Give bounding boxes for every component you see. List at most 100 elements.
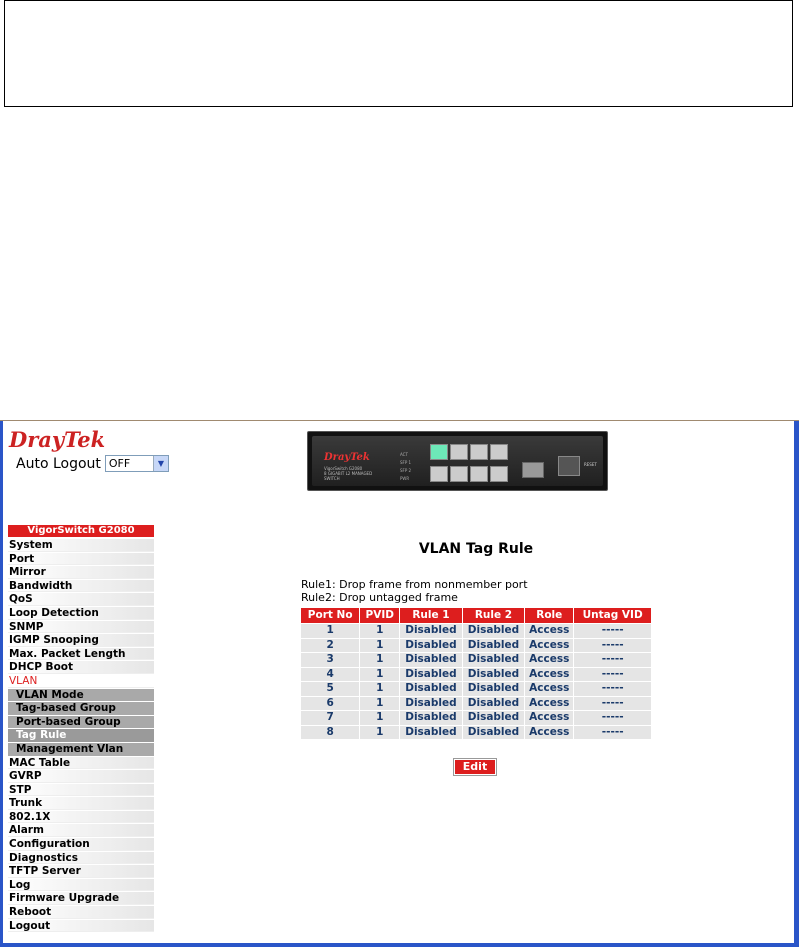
chevron-down-icon[interactable]: ▼ [152,456,168,471]
table-cell-role: Access [525,725,574,739]
table-cell-port-no: 2 [301,638,360,652]
table-cell-rule-1: Disabled [400,682,462,696]
sidebar-item-configuration[interactable]: Configuration [8,838,154,851]
device-logo: DrayTek [324,452,370,463]
table-cell-rule-1: Disabled [400,653,462,667]
table-cell-pvid: 1 [360,682,400,696]
port-icon [470,444,488,460]
edit-button[interactable]: Edit [453,758,497,776]
table-cell-role: Access [525,682,574,696]
sidebar-item-qos[interactable]: QoS [8,593,154,606]
table-cell-role: Access [525,667,574,681]
sidebar-item-igmp-snooping[interactable]: IGMP Snooping [8,634,154,647]
device-ports [430,442,510,486]
table-cell-rule-1: Disabled [400,696,462,710]
sidebar-header: VigorSwitch G2080 [8,525,154,537]
table-cell-pvid: 1 [360,638,400,652]
sidebar-item-802-1x[interactable]: 802.1X [8,810,154,824]
sidebar-item-vlan-mode[interactable]: VLAN Mode [8,688,154,702]
sidebar-item-loop-detection[interactable]: Loop Detection [8,606,154,620]
table-cell-rule-1: Disabled [400,624,462,638]
sidebar-item-bandwidth[interactable]: Bandwidth [8,579,154,593]
reset-label: RESET [584,462,597,467]
sidebar-item-vlan[interactable]: VLAN [8,674,154,688]
rule2-description: Rule2: Drop untagged frame [301,591,458,604]
sidebar-item-log[interactable]: Log [8,878,154,892]
sidebar-item-firmware-upgrade[interactable]: Firmware Upgrade [8,892,154,906]
vlan-tag-rule-table: Port No PVID Rule 1 Rule 2 Role Untag VID 11D… [300,607,652,740]
sidebar-menu: VigorSwitch G2080 System Port Mirror Bandwi… [8,525,154,933]
column-header-port-no: Port No [301,608,360,623]
table-cell-untag-vid: ----- [574,696,651,710]
auto-logout-select[interactable]: OFF ▼ [104,455,169,472]
sidebar-item-tftp-server[interactable]: TFTP Server [8,865,154,878]
sidebar-item-gvrp[interactable]: GVRP [8,770,154,783]
sidebar-item-alarm[interactable]: Alarm [8,824,154,838]
sidebar-item-tag-based-group[interactable]: Tag-based Group [8,702,154,715]
sidebar-item-port-based-group[interactable]: Port-based Group [8,715,154,729]
table-header-row: Port No PVID Rule 1 Rule 2 Role Untag VID [301,608,651,623]
auto-logout: Auto Logout OFF ▼ [16,455,169,472]
table-cell-role: Access [525,624,574,638]
port-icon [490,466,508,482]
sidebar-item-reboot[interactable]: Reboot [8,906,154,919]
table-cell-port-no: 5 [301,682,360,696]
port-icon [470,466,488,482]
table-cell-untag-vid: ----- [574,638,651,652]
window-frame-right [794,421,799,947]
column-header-rule-1: Rule 1 [400,608,462,623]
table-cell-port-no: 7 [301,711,360,725]
sidebar-item-management-vlan[interactable]: Management Vlan [8,742,154,756]
sidebar-item-trunk[interactable]: Trunk [8,797,154,810]
table-row: 2 1 Disabled Disabled Access ----- [301,638,651,652]
sidebar-item-logout[interactable]: Logout [8,919,154,933]
table-cell-pvid: 1 [360,653,400,667]
device-leds: ACT SFP 1 SFP 2 PWR [400,452,430,484]
table-cell-pvid: 1 [360,667,400,681]
table-cell-rule-2: Disabled [462,624,525,638]
table-cell-port-no: 6 [301,696,360,710]
browser-window: DrayTek Auto Logout OFF ▼ DrayTek VigorS… [0,420,799,947]
table-row: 8 1 Disabled Disabled Access ----- [301,725,651,739]
port-icon [450,466,468,482]
sidebar-item-diagnostics[interactable]: Diagnostics [8,851,154,865]
device-subtitle-text: 8 GIGABIT L2 MANAGED SWITCH [324,471,373,481]
port-icon [430,444,448,460]
column-header-rule-2: Rule 2 [462,608,525,623]
sfp-slot-icon [558,456,580,476]
table-row: 7 1 Disabled Disabled Access ----- [301,711,651,725]
sidebar-item-mac-table[interactable]: MAC Table [8,756,154,770]
sidebar-item-snmp[interactable]: SNMP [8,620,154,634]
table-cell-rule-2: Disabled [462,653,525,667]
sidebar-item-dhcp-boot[interactable]: DHCP Boot [8,661,154,674]
device-subtitle: VigorSwitch G2080 8 GIGABIT L2 MANAGED S… [324,466,384,481]
port-icon [450,444,468,460]
table-row: 3 1 Disabled Disabled Access ----- [301,653,651,667]
table-cell-port-no: 4 [301,667,360,681]
table-cell-rule-2: Disabled [462,725,525,739]
sidebar-item-mirror[interactable]: Mirror [8,566,154,579]
column-header-pvid: PVID [360,608,400,623]
table-cell-port-no: 3 [301,653,360,667]
table-cell-pvid: 1 [360,725,400,739]
table-cell-rule-2: Disabled [462,667,525,681]
table-cell-rule-1: Disabled [400,725,462,739]
port-icon [430,466,448,482]
sidebar-item-system[interactable]: System [8,539,154,552]
table-cell-untag-vid: ----- [574,653,651,667]
column-header-untag-vid: Untag VID [574,608,651,623]
column-header-role: Role [525,608,574,623]
table-cell-role: Access [525,711,574,725]
sidebar-item-max-packet-length[interactable]: Max. Packet Length [8,647,154,661]
top-empty-frame [4,0,793,107]
table-cell-port-no: 8 [301,725,360,739]
page-title: VLAN Tag Rule [418,541,534,557]
sidebar-item-port[interactable]: Port [8,552,154,566]
window-frame-bottom [0,943,799,947]
sidebar-item-stp[interactable]: STP [8,783,154,797]
table-cell-untag-vid: ----- [574,725,651,739]
sidebar-item-tag-rule[interactable]: Tag Rule [8,729,154,742]
table-row: 5 1 Disabled Disabled Access ----- [301,682,651,696]
led-label: ACT [400,452,408,457]
table-cell-untag-vid: ----- [574,711,651,725]
